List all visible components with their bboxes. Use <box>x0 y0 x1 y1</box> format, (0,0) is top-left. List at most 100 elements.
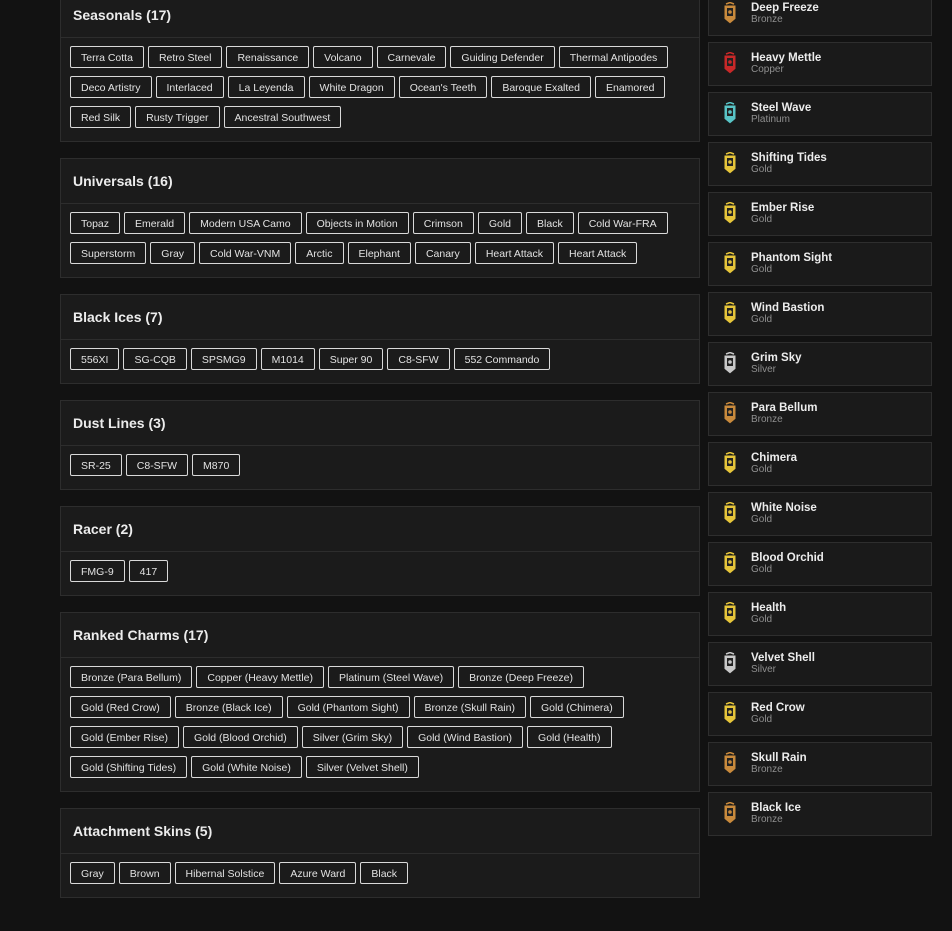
collection-section: Universals (16) Topaz Emerald Modern USA Ca… <box>60 158 700 278</box>
item-tag[interactable]: Elephant <box>347 242 411 264</box>
item-tag[interactable]: Deco Artistry <box>70 76 152 98</box>
item-tag[interactable]: Retro Steel <box>147 46 223 68</box>
rank-text: White Noise Gold <box>751 502 817 526</box>
rank-text: Steel Wave Platinum <box>751 102 811 126</box>
rank-charm-row[interactable]: Wind Bastion Gold <box>708 292 932 336</box>
item-tag[interactable]: Gold (White Noise) <box>191 756 302 778</box>
item-tag[interactable]: Gold (Chimera) <box>529 696 624 718</box>
item-tag[interactable]: Brown <box>118 862 171 884</box>
item-tag[interactable]: Interlaced <box>155 76 224 98</box>
rank-charm-row[interactable]: Deep Freeze Bronze <box>708 0 932 36</box>
item-tag[interactable]: White Dragon <box>308 76 395 98</box>
item-tag[interactable]: FMG-9 <box>70 560 125 582</box>
item-tag[interactable]: Gold (Red Crow) <box>70 696 171 718</box>
item-tag[interactable]: Thermal Antipodes <box>558 46 669 68</box>
rank-charm-row[interactable]: Blood Orchid Gold <box>708 542 932 586</box>
item-tag[interactable]: Azure Ward <box>279 862 357 884</box>
rank-text: Wind Bastion Gold <box>751 302 824 326</box>
item-tag[interactable]: Carnevale <box>376 46 447 68</box>
item-tag[interactable]: Terra Cotta <box>70 46 144 68</box>
item-tag[interactable]: Cold War-VNM <box>199 242 292 264</box>
item-tag[interactable]: 552 Commando <box>453 348 551 370</box>
item-tag[interactable]: Hibernal Solstice <box>174 862 276 884</box>
item-tag[interactable]: Gray <box>70 862 115 884</box>
item-tag[interactable]: Volcano <box>313 46 373 68</box>
item-tag[interactable]: Rusty Trigger <box>135 106 220 128</box>
item-tag[interactable]: La Leyenda <box>227 76 305 98</box>
rank-charm-row[interactable]: Red Crow Gold <box>708 692 932 736</box>
item-tag[interactable]: Cold War-FRA <box>577 212 668 234</box>
item-tag[interactable]: Silver (Grim Sky) <box>301 726 404 748</box>
item-tag[interactable]: Superstorm <box>70 242 147 264</box>
rank-charm-row[interactable]: Chimera Gold <box>708 442 932 486</box>
rank-tier: Bronze <box>751 14 783 25</box>
rank-name: Health <box>751 602 787 614</box>
item-tag[interactable]: Gold (Phantom Sight) <box>286 696 410 718</box>
rank-name: Para Bellum <box>751 402 818 414</box>
item-tag[interactable]: SR-25 <box>70 454 122 476</box>
item-tag[interactable]: Gray <box>150 242 196 264</box>
rank-charm-row[interactable]: Skull Rain Bronze <box>708 742 932 786</box>
rank-charm-row[interactable]: Phantom Sight Gold <box>708 242 932 286</box>
rank-charm-row[interactable]: Steel Wave Platinum <box>708 92 932 136</box>
item-tag[interactable]: Bronze (Deep Freeze) <box>458 666 584 688</box>
item-tag[interactable]: Canary <box>414 242 471 264</box>
bronze-rank-badge-icon <box>722 752 738 776</box>
rank-charm-row[interactable]: Ember Rise Gold <box>708 192 932 236</box>
item-tag[interactable]: Gold <box>477 212 523 234</box>
item-tag[interactable]: Copper (Heavy Mettle) <box>196 666 324 688</box>
item-tag[interactable]: Heart Attack <box>474 242 555 264</box>
item-tag[interactable]: Gold (Ember Rise) <box>70 726 179 748</box>
item-tag[interactable]: Gold (Shifting Tides) <box>70 756 188 778</box>
item-tag[interactable]: Enamored <box>594 76 666 98</box>
item-tag[interactable]: Crimson <box>412 212 474 234</box>
item-tag[interactable]: Red Silk <box>70 106 132 128</box>
item-tag[interactable]: Arctic <box>295 242 344 264</box>
item-tag[interactable]: Baroque Exalted <box>491 76 591 98</box>
item-tag[interactable]: C8-SFW <box>387 348 450 370</box>
rank-charm-row[interactable]: Health Gold <box>708 592 932 636</box>
item-tag[interactable]: Bronze (Para Bellum) <box>70 666 193 688</box>
rank-text: Deep Freeze Bronze <box>751 2 819 26</box>
item-tag[interactable]: SPSMG9 <box>190 348 257 370</box>
rank-charm-row[interactable]: Velvet Shell Silver <box>708 642 932 686</box>
item-tag[interactable]: Gold (Blood Orchid) <box>182 726 298 748</box>
item-tag[interactable]: Black <box>526 212 574 234</box>
item-tag[interactable]: Super 90 <box>318 348 384 370</box>
item-tag[interactable]: Modern USA Camo <box>189 212 302 234</box>
rank-charm-row[interactable]: Heavy Mettle Copper <box>708 42 932 86</box>
rank-charm-row[interactable]: Shifting Tides Gold <box>708 142 932 186</box>
item-tag[interactable]: Renaissance <box>226 46 310 68</box>
item-tag[interactable]: Heart Attack <box>558 242 638 264</box>
item-tag[interactable]: M870 <box>192 454 241 476</box>
item-tag[interactable]: Gold (Wind Bastion) <box>407 726 524 748</box>
item-tag[interactable]: Silver (Velvet Shell) <box>305 756 419 778</box>
rank-charm-row[interactable]: White Noise Gold <box>708 492 932 536</box>
item-tag[interactable]: C8-SFW <box>125 454 189 476</box>
item-tag[interactable]: SG-CQB <box>123 348 187 370</box>
item-tag[interactable]: Guiding Defender <box>450 46 555 68</box>
item-tag[interactable]: Bronze (Skull Rain) <box>413 696 526 718</box>
item-tag[interactable]: Objects in Motion <box>305 212 409 234</box>
item-tag[interactable]: Ancestral Southwest <box>223 106 342 128</box>
bronze-rank-badge-icon <box>722 2 738 26</box>
section-title: Seasonals (17) <box>61 0 699 38</box>
item-tag[interactable]: Bronze (Black Ice) <box>174 696 283 718</box>
item-tag[interactable]: Topaz <box>70 212 121 234</box>
rank-text: Shifting Tides Gold <box>751 152 827 176</box>
item-tag[interactable]: M1014 <box>260 348 315 370</box>
rank-charm-row[interactable]: Para Bellum Bronze <box>708 392 932 436</box>
rank-charm-row[interactable]: Grim Sky Silver <box>708 342 932 386</box>
rank-charm-row[interactable]: Black Ice Bronze <box>708 792 932 836</box>
item-tag[interactable]: 417 <box>128 560 169 582</box>
item-tag[interactable]: Emerald <box>124 212 186 234</box>
bronze-rank-badge-icon <box>722 402 738 426</box>
rank-text: Blood Orchid Gold <box>751 552 824 576</box>
platinum-rank-badge-icon <box>722 102 738 126</box>
item-tag[interactable]: Black <box>360 862 409 884</box>
item-tag[interactable]: Platinum (Steel Wave) <box>328 666 455 688</box>
item-tag[interactable]: Ocean's Teeth <box>398 76 488 98</box>
item-tag[interactable]: 556XI <box>70 348 120 370</box>
item-tag[interactable]: Gold (Health) <box>527 726 612 748</box>
rank-tier: Bronze <box>751 814 783 825</box>
